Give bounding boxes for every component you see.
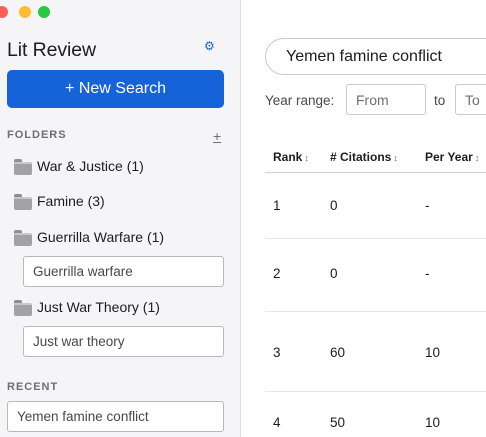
folder-item-famine[interactable]: Famine (3) — [14, 191, 105, 211]
folder-label: Famine (3) — [37, 193, 105, 209]
year-range-label: Year range: — [265, 93, 335, 108]
search-input[interactable]: Yemen famine conflict — [265, 38, 486, 75]
cell-per-year: 10 — [425, 415, 441, 430]
app-title: Lit Review — [7, 39, 96, 61]
folder-item-guerrilla-warfare[interactable]: Guerrilla Warfare (1) — [14, 227, 164, 247]
folder-icon — [14, 159, 32, 175]
cell-rank: 1 — [273, 198, 281, 213]
cell-per-year: 10 — [425, 345, 441, 360]
cell-rank: 4 — [273, 415, 281, 430]
main-panel: Yemen famine conflict Year range: From t… — [241, 0, 486, 437]
year-to-label: to — [434, 93, 446, 108]
minimize-window-button[interactable] — [19, 6, 31, 18]
folder-search-item[interactable]: Guerrilla warfare — [23, 256, 224, 287]
column-header-rank[interactable]: Rank ↕ — [273, 150, 309, 164]
table-row[interactable]: 2 0 - — [265, 239, 486, 312]
column-header-citations[interactable]: # Citations ↕ — [330, 150, 398, 164]
gear-icon[interactable]: ⚙ — [204, 39, 215, 53]
add-folder-button[interactable]: + — [213, 128, 221, 144]
folder-open-icon — [14, 300, 32, 316]
cell-citations: 0 — [330, 198, 338, 213]
folder-search-item[interactable]: Just war theory — [23, 326, 224, 357]
sort-icon: ↕ — [304, 153, 309, 163]
folder-icon — [14, 194, 32, 210]
folder-label: Just War Theory (1) — [37, 299, 160, 315]
recent-search-item[interactable]: Yemen famine conflict — [7, 401, 224, 432]
sort-icon: ↕ — [393, 153, 398, 163]
folder-item-just-war-theory[interactable]: Just War Theory (1) — [14, 297, 160, 317]
cell-per-year: - — [425, 266, 430, 281]
table-row[interactable]: 3 60 10 — [265, 312, 486, 392]
cell-rank: 3 — [273, 345, 281, 360]
year-from-input[interactable]: From — [346, 84, 426, 115]
window-controls — [0, 6, 57, 18]
column-header-per-year[interactable]: Per Year ↕ — [425, 150, 479, 164]
cell-citations: 60 — [330, 345, 346, 360]
folders-section-title: FOLDERS — [7, 129, 67, 141]
folder-label: War & Justice (1) — [37, 158, 144, 174]
table-row[interactable]: 1 0 - — [265, 173, 486, 239]
table-row[interactable]: 4 50 10 — [265, 392, 486, 437]
recent-section-title: RECENT — [7, 381, 59, 393]
new-search-button[interactable]: + New Search — [7, 70, 224, 108]
sidebar: Lit Review ⚙ + New Search FOLDERS + War … — [0, 0, 241, 437]
cell-per-year: - — [425, 198, 430, 213]
results-table: Rank ↕ # Citations ↕ Per Year ↕ 1 0 - 2 0 -… — [265, 140, 486, 437]
cell-citations: 0 — [330, 266, 338, 281]
table-header: Rank ↕ # Citations ↕ Per Year ↕ — [265, 140, 486, 173]
zoom-window-button[interactable] — [38, 6, 50, 18]
close-window-button[interactable] — [0, 6, 8, 18]
folder-open-icon — [14, 230, 32, 246]
folder-label: Guerrilla Warfare (1) — [37, 229, 165, 245]
sort-icon: ↕ — [474, 153, 480, 163]
year-to-input[interactable]: To — [455, 84, 486, 115]
cell-citations: 50 — [330, 415, 346, 430]
cell-rank: 2 — [273, 266, 281, 281]
folder-item-war-justice[interactable]: War & Justice (1) — [14, 156, 144, 176]
